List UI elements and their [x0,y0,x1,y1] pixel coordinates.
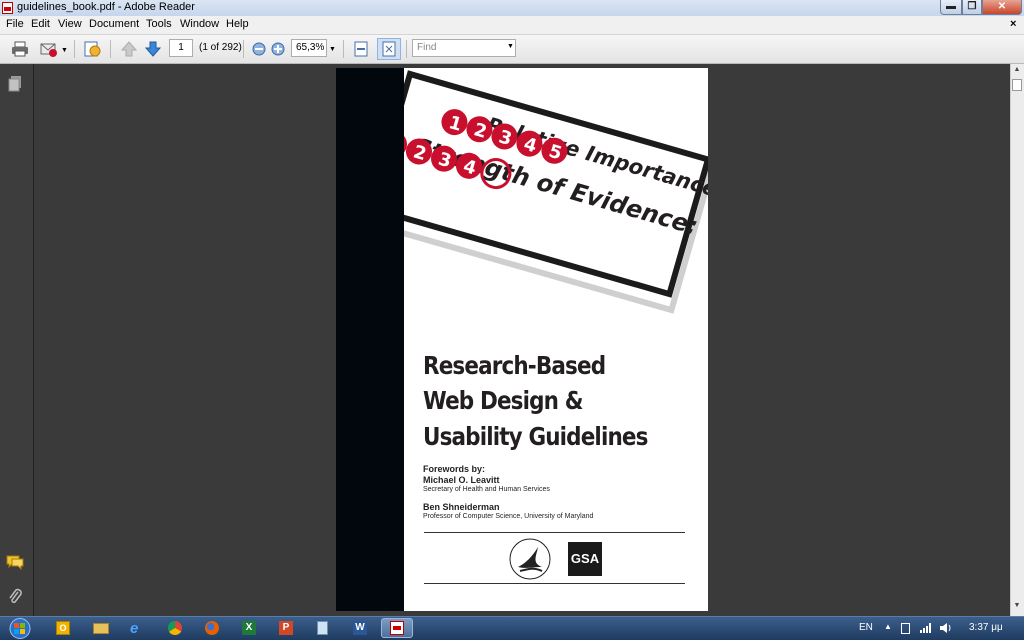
page-number-input[interactable]: 1 [169,39,193,57]
title-bar[interactable]: guidelines_book.pdf - Adobe Reader [0,0,1024,17]
cover-title-line-3: Usability Guidelines [423,422,648,451]
zoom-dropdown-icon[interactable]: ▼ [329,46,336,53]
printer-icon[interactable] [11,40,29,58]
menu-edit[interactable]: Edit [31,18,50,30]
toolbar-separator [343,40,344,58]
gsa-logo: GSA [568,542,602,576]
taskbar-word[interactable]: W [345,618,375,638]
close-document-icon[interactable]: × [1010,18,1016,30]
start-button[interactable] [2,617,38,640]
previous-page-icon[interactable] [120,40,138,58]
action-center-icon[interactable] [901,623,910,634]
find-input[interactable]: Find [412,39,516,57]
clock[interactable]: 3:37 μμ [969,622,1003,633]
zoom-input[interactable]: 65,3% [291,39,327,57]
taskbar-excel[interactable]: X [234,618,264,638]
fit-page-button[interactable] [377,38,401,60]
taskbar-explorer[interactable] [86,618,116,638]
taskbar-firefox[interactable] [197,618,227,638]
scroll-down-icon[interactable]: ▼ [1011,602,1023,612]
menu-view[interactable]: View [58,18,82,30]
network-icon[interactable] [919,622,933,634]
fit-page-icon [382,41,396,57]
taskbar-notepad[interactable] [308,618,338,638]
taskbar-internet-explorer[interactable]: e [123,618,153,638]
menu-tools[interactable]: Tools [146,18,172,30]
toolbar-separator [406,40,407,58]
next-page-icon[interactable] [144,40,162,58]
document-spine [336,68,404,611]
cover-graphic: Relative Importance: Strength of Evidenc… [404,70,708,314]
page-count: (1 of 292) [199,42,242,53]
restore-button[interactable]: ❐ [962,0,982,15]
fit-width-icon[interactable] [352,40,370,58]
taskbar-adobe-reader[interactable] [381,618,413,638]
toolbar-separator [243,40,244,58]
menu-bar: File Edit View Document Tools Window Hel… [0,16,1024,35]
menu-document[interactable]: Document [89,18,139,30]
chrome-icon [168,621,182,635]
email-dropdown-icon[interactable]: ▼ [61,47,68,54]
volume-icon[interactable] [939,622,953,634]
navigation-panel [0,64,34,616]
explorer-icon [93,623,109,634]
author1-name: Michael O. Leavitt [423,475,500,485]
language-indicator[interactable]: EN [859,622,873,633]
word-icon: W [353,621,367,635]
menu-file[interactable]: File [6,18,24,30]
scroll-up-icon[interactable]: ▲ [1011,66,1023,76]
cover-title-line-1: Research-Based [423,351,606,380]
toolbar: ▼ 1 (1 of 292) 65,3% ▼ Find ▼ [0,35,1024,64]
toolbar-separator [74,40,75,58]
menu-help[interactable]: Help [226,18,249,30]
scrollbar-thumb[interactable] [1012,79,1022,91]
author2-name: Ben Shneiderman [423,502,500,512]
adobe-reader-icon [2,2,13,14]
taskbar-outlook[interactable]: O [49,618,79,638]
attachment-icon[interactable] [7,588,23,606]
divider [424,532,685,533]
taskbar-powerpoint[interactable]: P [271,618,301,638]
author2-role: Professor of Computer Science, Universit… [423,513,594,520]
outlook-icon: O [56,621,70,635]
sign-icon[interactable] [83,40,101,58]
author1-role: Secretary of Health and Human Services [423,486,550,493]
internet-explorer-icon: e [130,620,139,637]
minimize-button[interactable]: ▬ [940,0,962,15]
close-icon: ✕ [997,1,1007,12]
toolbar-separator [110,40,111,58]
document-page[interactable]: Relative Importance: Strength of Evidenc… [404,68,708,611]
notepad-icon [317,621,328,635]
pages-icon[interactable] [7,75,23,93]
taskbar-chrome[interactable] [160,618,190,638]
close-button[interactable]: ✕ [982,0,1022,15]
email-icon[interactable] [40,40,58,58]
window-title: guidelines_book.pdf - Adobe Reader [17,1,195,13]
adobe-reader-icon [390,621,404,635]
zoom-out-icon[interactable] [250,40,268,58]
tray-expand-icon[interactable]: ▲ [884,622,892,631]
forewords-label: Forewords by: [423,464,486,474]
vertical-scrollbar[interactable] [1010,64,1024,616]
divider [424,583,685,584]
zoom-in-icon[interactable] [269,40,287,58]
hhs-seal-icon [509,538,551,580]
comments-icon[interactable] [6,554,24,570]
find-dropdown-icon[interactable]: ▼ [507,43,514,50]
cover-title-line-2: Web Design & [423,386,583,415]
menu-window[interactable]: Window [180,18,219,30]
excel-icon: X [242,621,256,635]
firefox-icon [205,621,219,635]
minimize-icon: ▬ [946,1,956,12]
powerpoint-icon: P [279,621,293,635]
restore-icon: ❐ [967,1,977,12]
